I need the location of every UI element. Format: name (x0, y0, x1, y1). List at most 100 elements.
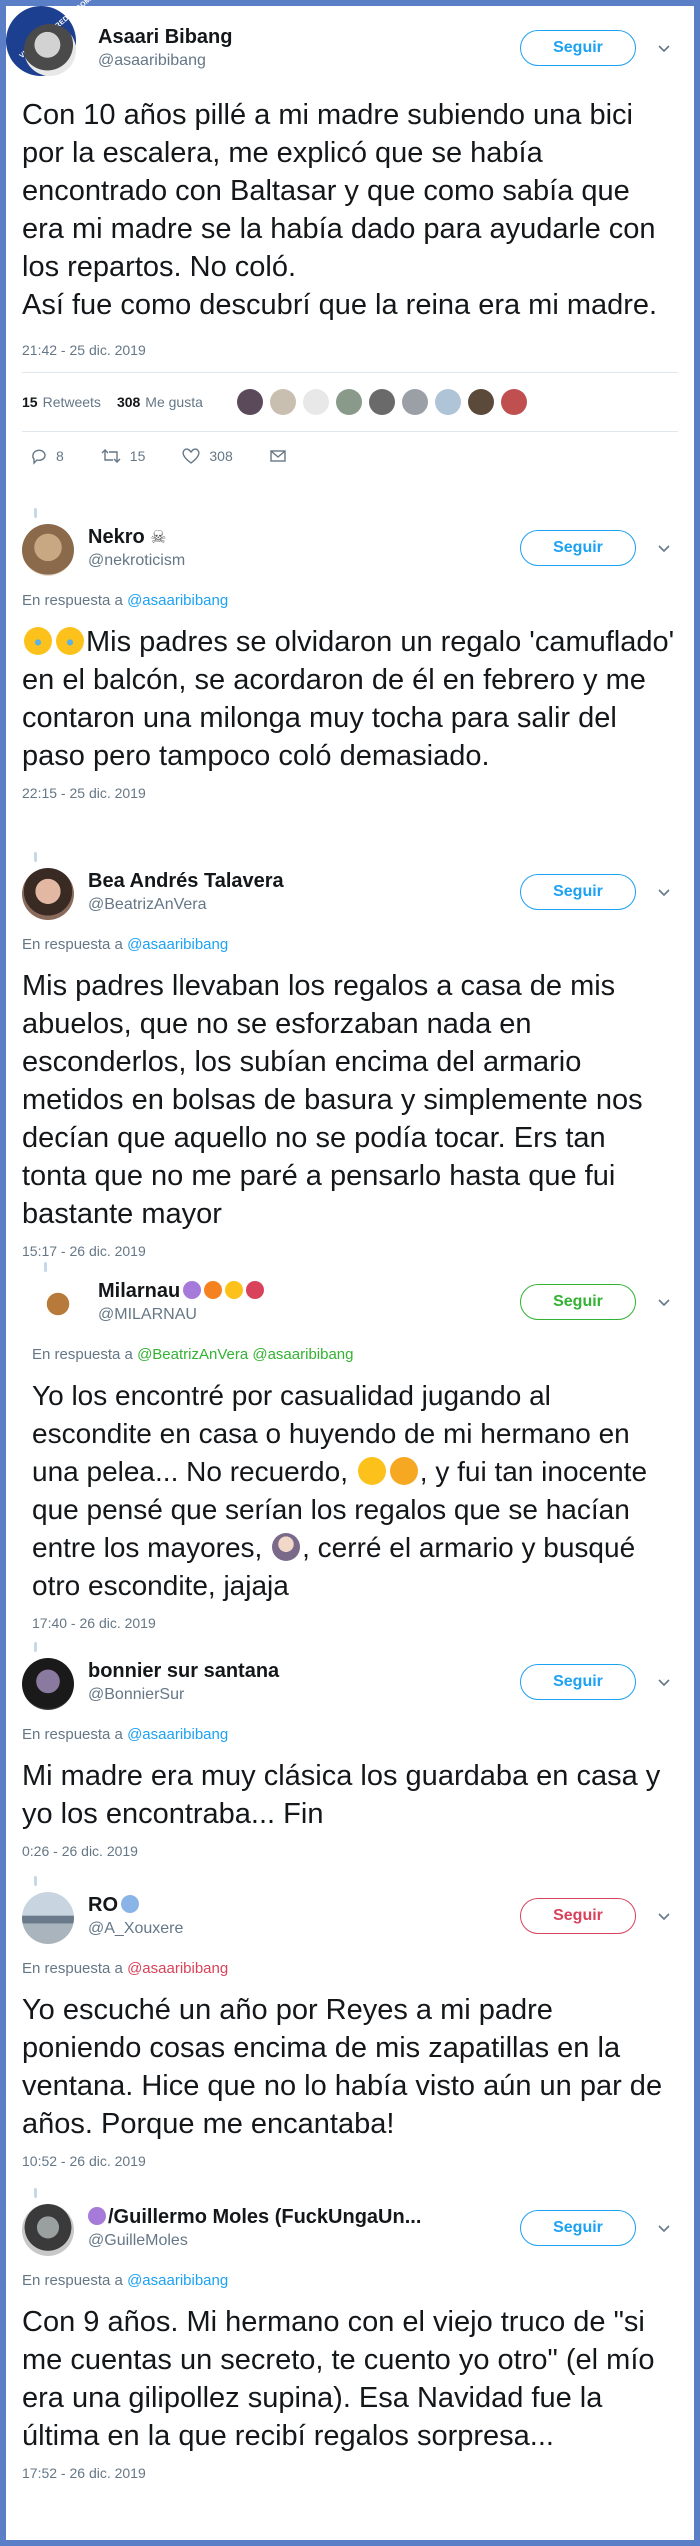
liker-avatars (236, 389, 534, 415)
tweet-text: Mi madre era muy clásica los guardaba en… (22, 1760, 669, 1830)
author-name[interactable]: Asaari Bibang (98, 26, 232, 49)
envelope-icon (270, 450, 286, 462)
liker-avatar[interactable] (335, 389, 362, 415)
author-name[interactable]: bonnier sur santana (88, 1660, 279, 1683)
chevron-down-icon[interactable] (656, 884, 672, 900)
thread-connector (34, 2188, 37, 2198)
thinking-face-emoji (357, 1457, 386, 1485)
reply-tweet: Milarnau @MILARNAU Seguir En respuesta a… (32, 1272, 678, 1631)
laughing-crying-emoji (56, 627, 84, 655)
message-action[interactable] (269, 448, 295, 464)
reply-context: En respuesta a @asaaribibang (22, 936, 229, 953)
tweet-actions: 8 15 308 (22, 432, 678, 480)
follow-button[interactable]: Seguir (520, 874, 636, 910)
reply-to-link[interactable]: @asaaribibang (127, 936, 228, 953)
orange-icon (204, 1281, 223, 1299)
reply-to-link[interactable]: @asaaribibang (127, 592, 228, 609)
yellow-heart-icon (225, 1281, 244, 1299)
reply-tweet: /Guillermo Moles (FuckUngaUn... @GuilleM… (22, 2198, 678, 2481)
tweet-timestamp[interactable]: 22:15 - 25 dic. 2019 (22, 785, 678, 801)
thread-connector (34, 1876, 37, 1886)
tweet-text: Yo los encontré por casualidad jugando a… (32, 1380, 655, 1601)
author-handle[interactable]: @asaaribibang (98, 52, 232, 70)
liker-avatar[interactable] (434, 389, 461, 415)
tweet-timestamp[interactable]: 21:42 - 25 dic. 2019 (22, 342, 678, 358)
thread-connector (34, 508, 37, 518)
reply-to-link[interactable]: @asaaribibang (127, 1960, 228, 1977)
reply-tweet: Bea Andrés Talavera @BeatrizAnVera Segui… (22, 862, 678, 1259)
liker-avatar[interactable] (302, 389, 329, 415)
reply-tweet: bonnier sur santana @BonnierSur Seguir E… (22, 1652, 678, 1859)
liker-avatar[interactable] (401, 389, 428, 415)
liker-avatar[interactable] (269, 389, 296, 415)
avatar[interactable] (22, 524, 74, 576)
avatar[interactable] (22, 2204, 74, 2256)
thread-connector (34, 1642, 37, 1652)
chevron-down-icon[interactable] (656, 2220, 672, 2236)
author-handle[interactable]: @BeatrizAnVera (88, 896, 284, 914)
reply-context: En respuesta a @asaaribibang (22, 1726, 229, 1743)
retweets-stat[interactable]: 15 Retweets (22, 394, 101, 410)
follow-button[interactable]: Seguir (520, 530, 636, 566)
broken-heart-icon (246, 1281, 265, 1299)
tweet-timestamp[interactable]: 17:40 - 26 dic. 2019 (32, 1615, 678, 1631)
chevron-down-icon[interactable] (656, 40, 672, 56)
reply-tweet: Nekro ☠ @nekroticism Seguir En respuesta… (22, 518, 678, 801)
retweet-action[interactable]: 15 (100, 447, 145, 465)
liker-avatar[interactable] (467, 389, 494, 415)
purple-heart-icon (183, 1281, 202, 1299)
thread-connector (44, 1262, 47, 1272)
tweet-text: Con 9 años. Mi hermano con el viejo truc… (22, 2306, 663, 2452)
follow-button[interactable]: Seguir (520, 1664, 636, 1700)
liker-avatar[interactable] (236, 389, 263, 415)
chevron-down-icon[interactable] (656, 540, 672, 556)
chevron-down-icon[interactable] (656, 1294, 672, 1310)
retweet-icon (101, 449, 121, 463)
author-handle[interactable]: @MILARNAU (98, 1306, 264, 1324)
avatar[interactable] (24, 24, 76, 76)
author-name[interactable]: Milarnau (98, 1280, 265, 1303)
avatar[interactable] (22, 1892, 74, 1944)
avatar[interactable] (22, 868, 74, 920)
main-tweet: Asaari Bibang @asaaribibang Seguir Con 1… (22, 18, 678, 480)
author-name[interactable]: /Guillermo Moles (FuckUngaUn... (88, 2206, 421, 2229)
tweet-text: Mis padres llevaban los regalos a casa d… (22, 970, 651, 1230)
reply-icon (32, 449, 46, 465)
tweet-text: Mis padres se olvidaron un regalo 'camuf… (22, 626, 683, 772)
follow-button[interactable]: Seguir (520, 2210, 636, 2246)
tweet-timestamp[interactable]: 10:52 - 26 dic. 2019 (22, 2153, 678, 2169)
like-action[interactable]: 308 (181, 447, 233, 465)
liker-avatar[interactable] (500, 389, 527, 415)
reply-context: En respuesta a @asaaribibang (22, 592, 229, 609)
heart-icon (182, 448, 200, 464)
author-name[interactable]: Bea Andrés Talavera (88, 870, 284, 893)
chevron-down-icon[interactable] (656, 1908, 672, 1924)
reply-action[interactable]: 8 (30, 447, 64, 465)
reply-to-link[interactable]: @BeatrizAnVera @asaaribibang (137, 1346, 353, 1363)
avatar[interactable] (22, 1658, 74, 1710)
follow-button[interactable]: Seguir (520, 30, 636, 66)
author-handle[interactable]: @BonnierSur (88, 1686, 279, 1704)
reply-context: En respuesta a @asaaribibang (22, 2272, 229, 2289)
skull-icon: ☠ (150, 527, 167, 547)
author-name[interactable]: RO (88, 1894, 183, 1917)
tweet-text: Con 10 años pillé a mi madre subiendo un… (22, 99, 658, 321)
tweet-timestamp[interactable]: 17:52 - 26 dic. 2019 (22, 2465, 678, 2481)
reply-to-link[interactable]: @asaaribibang (127, 1726, 228, 1743)
author-handle[interactable]: @GuilleMoles (88, 2232, 421, 2250)
pill-icon (121, 1895, 139, 1913)
tweet-timestamp[interactable]: 15:17 - 26 dic. 2019 (22, 1243, 678, 1259)
chevron-down-icon[interactable] (656, 1674, 672, 1690)
tweet-timestamp[interactable]: 0:26 - 26 dic. 2019 (22, 1843, 678, 1859)
avatar[interactable] (32, 1278, 84, 1330)
purple-heart-icon (88, 2207, 106, 2225)
likes-stat[interactable]: 308 Me gusta (117, 394, 203, 410)
reply-context: En respuesta a @asaaribibang (22, 1960, 229, 1977)
liker-avatar[interactable] (368, 389, 395, 415)
author-name[interactable]: Nekro ☠ (88, 526, 185, 549)
reply-to-link[interactable]: @asaaribibang (127, 2272, 228, 2289)
author-handle[interactable]: @A_Xouxere (88, 1920, 183, 1938)
author-handle[interactable]: @nekroticism (88, 552, 185, 570)
follow-button[interactable]: Seguir (520, 1898, 636, 1934)
follow-button[interactable]: Seguir (520, 1284, 636, 1320)
